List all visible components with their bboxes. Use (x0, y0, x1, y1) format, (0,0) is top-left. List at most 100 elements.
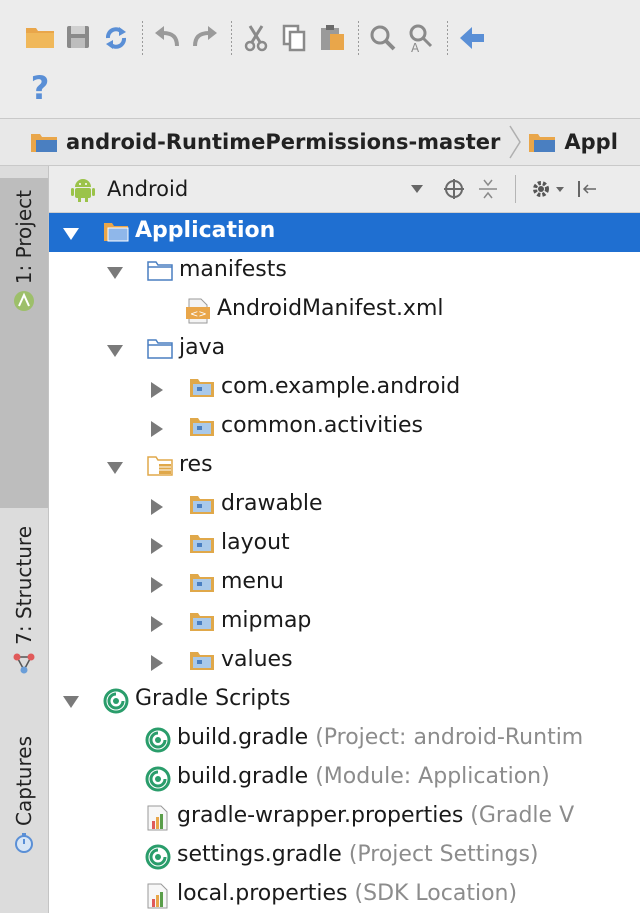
expand-arrow-down-icon[interactable] (107, 265, 123, 281)
tab-project[interactable]: 1: Project (0, 178, 48, 508)
expand-arrow-down-icon[interactable] (107, 343, 123, 359)
expand-arrow-down-icon[interactable] (63, 226, 79, 242)
breadcrumb-project[interactable]: android-RuntimePermissions-master (0, 130, 500, 154)
tab-captures-label: Captures (12, 736, 36, 826)
tab-captures[interactable]: Captures (0, 736, 48, 916)
expand-arrow-right-icon[interactable] (149, 499, 165, 515)
breadcrumb-module[interactable]: Appl (528, 130, 618, 154)
expand-arrow-right-icon[interactable] (149, 616, 165, 632)
hide-panel-button[interactable] (570, 172, 604, 206)
undo-button[interactable] (149, 18, 185, 58)
breadcrumb-separator (509, 125, 522, 159)
tree-item-gradle-wrapper-properties[interactable]: gradle-wrapper.properties (Gradle V (49, 798, 640, 837)
help-button[interactable]: ? (22, 68, 58, 108)
expand-arrow-right-icon[interactable] (149, 538, 165, 554)
tree-item-local-properties[interactable]: local.properties (SDK Location) (49, 876, 640, 913)
expand-arrow-right-icon[interactable] (149, 382, 165, 398)
tree-item-hint: (Gradle V (463, 803, 575, 828)
folder-icon (147, 261, 173, 281)
package-icon (190, 418, 214, 436)
tree-item-common-activities[interactable]: common.activities (49, 408, 640, 447)
expand-arrow-right-icon[interactable] (149, 655, 165, 671)
tree-item-java[interactable]: java (49, 330, 640, 369)
scroll-from-source-button[interactable] (437, 172, 471, 206)
expand-arrow-right-icon[interactable] (149, 421, 165, 437)
gradle-icon (145, 727, 171, 753)
tree-item-application[interactable]: Application (49, 213, 640, 252)
find-button[interactable] (365, 18, 401, 58)
tree-item-build-gradle[interactable]: build.gradle (Module: Application) (49, 759, 640, 798)
toolbar-separator (358, 21, 359, 55)
toolbar-separator (447, 21, 448, 55)
redo-button[interactable] (187, 18, 223, 58)
tree-item-gradle-scripts[interactable]: Gradle Scripts (49, 681, 640, 720)
tree-item-res[interactable]: res (49, 447, 640, 486)
redo-icon (193, 26, 217, 47)
tree-item-values[interactable]: values (49, 642, 640, 681)
tree-item-name: manifests (179, 257, 287, 282)
project-view-header: Android (49, 166, 640, 213)
sync-button[interactable] (98, 18, 134, 58)
tree-item-hint: (SDK Location) (347, 881, 518, 906)
tree-item-label: menu (221, 569, 284, 594)
tree-item-label: Application (135, 218, 275, 243)
back-button[interactable] (454, 18, 490, 58)
replace-button[interactable]: A (403, 18, 439, 58)
tree-item-name: settings.gradle (177, 842, 342, 867)
tree-item-layout[interactable]: layout (49, 525, 640, 564)
tree-item-name: build.gradle (177, 725, 309, 750)
main-toolbar: A ? (0, 0, 640, 119)
tree-item-name: local.properties (177, 881, 348, 906)
package-icon (190, 574, 214, 592)
breadcrumb-project-label: android-RuntimePermissions-master (66, 130, 501, 154)
tree-item-build-gradle[interactable]: build.gradle (Project: android-Runtim (49, 720, 640, 759)
paste-icon (321, 25, 344, 50)
package-icon (190, 379, 214, 397)
android-project-icon (14, 291, 34, 312)
tree-item-name: mipmap (221, 608, 312, 633)
tab-structure[interactable]: 7: Structure (0, 526, 48, 716)
tree-item-hint: (Project: android-Runtim (308, 725, 584, 750)
tree-item-manifests[interactable]: manifests (49, 252, 640, 291)
tree-item-name: layout (221, 530, 290, 555)
header-divider (515, 175, 516, 203)
save-icon (67, 26, 89, 48)
cut-button[interactable] (238, 18, 274, 58)
copy-icon (282, 24, 306, 52)
expand-arrow-down-icon[interactable] (107, 460, 123, 476)
open-folder-icon (26, 28, 54, 48)
view-settings-button[interactable] (526, 172, 570, 206)
svg-text:A: A (411, 41, 420, 54)
expand-arrow-right-icon[interactable] (149, 577, 165, 593)
tree-item-com-example-android[interactable]: com.example.android (49, 369, 640, 408)
tree-item-menu[interactable]: menu (49, 564, 640, 603)
open-folder-button[interactable] (22, 18, 58, 58)
tree-item-androidmanifest-xml[interactable]: <> AndroidManifest.xml (49, 291, 640, 330)
save-button[interactable] (60, 18, 96, 58)
paste-button[interactable] (314, 18, 350, 58)
view-mode-label: Android (107, 177, 189, 201)
tree-item-label: settings.gradle (Project Settings) (177, 842, 539, 867)
tree-item-label: values (221, 647, 293, 672)
project-tree: Application manifests <> AndroidManifest.xm… (49, 213, 640, 913)
expand-arrow-down-icon[interactable] (63, 694, 79, 710)
toolbar-separator (142, 21, 143, 55)
tree-item-name: common.activities (221, 413, 423, 438)
tree-item-label: manifests (179, 257, 287, 282)
tree-item-drawable[interactable]: drawable (49, 486, 640, 525)
tree-item-name: AndroidManifest.xml (217, 296, 444, 321)
undo-icon (155, 26, 179, 47)
tree-item-mipmap[interactable]: mipmap (49, 603, 640, 642)
replace-icon: A (409, 24, 433, 54)
help-icon: ? (30, 69, 50, 107)
copy-button[interactable] (276, 18, 312, 58)
tree-item-settings-gradle[interactable]: settings.gradle (Project Settings) (49, 837, 640, 876)
tree-item-name: gradle-wrapper.properties (177, 803, 464, 828)
view-mode-select[interactable]: Android (71, 170, 437, 208)
tree-item-name: Application (135, 218, 276, 243)
captures-icon (15, 832, 33, 853)
collapse-all-button[interactable] (471, 172, 505, 206)
collapse-all-icon (479, 179, 497, 199)
hide-panel-icon (578, 181, 596, 197)
structure-icon (13, 653, 35, 674)
